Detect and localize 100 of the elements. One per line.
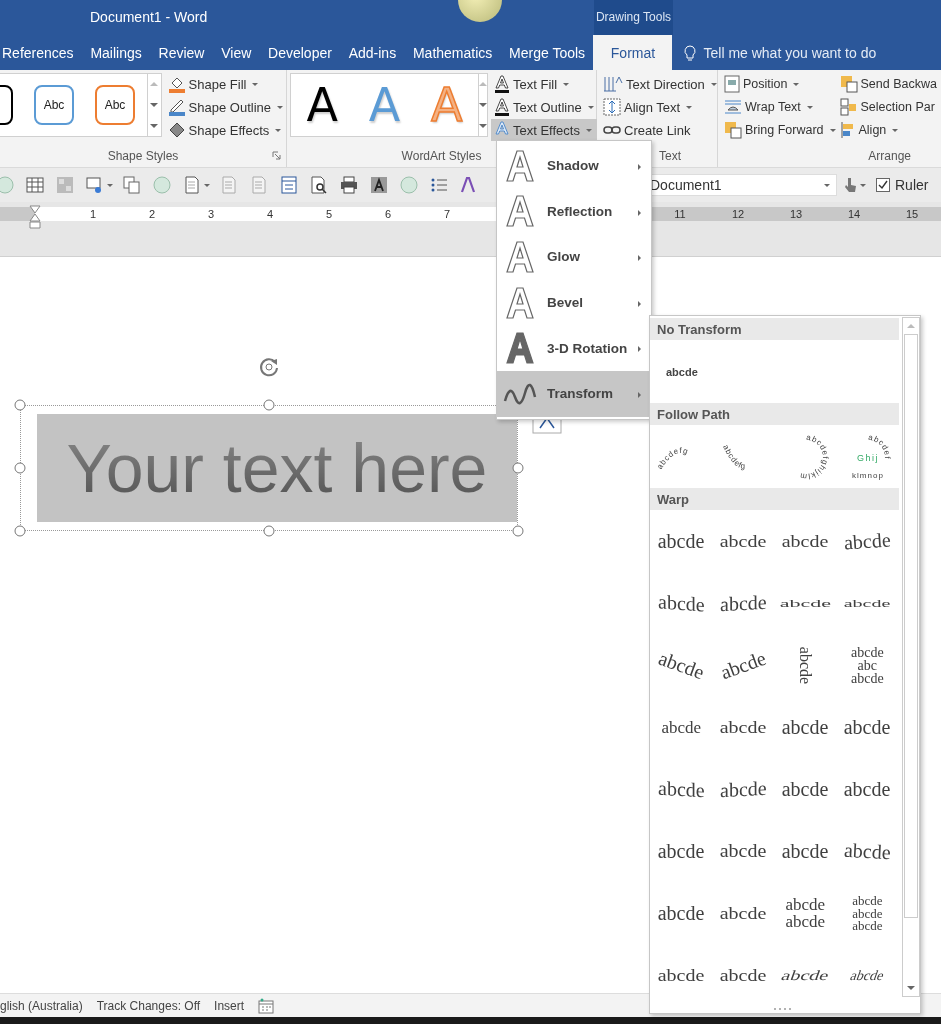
transform-option[interactable]: abcde	[774, 944, 836, 1006]
transform-option[interactable]: abcde	[774, 510, 836, 572]
preview-icon[interactable]	[310, 176, 328, 194]
transform-option[interactable]: abcde	[712, 696, 774, 758]
ribbon-tab[interactable]: Mailings	[82, 35, 151, 70]
transform-option[interactable]: abcde	[836, 944, 898, 1006]
letter-icon	[503, 194, 537, 229]
ribbon-tab[interactable]: References	[0, 35, 82, 70]
ribbon-command[interactable]: Align	[837, 119, 939, 141]
ruler-number: 15	[906, 208, 918, 220]
transform-option[interactable]: abcde abc abcde	[836, 634, 898, 696]
ribbon-command[interactable]: Send Backwa	[837, 73, 939, 95]
resize-handle[interactable]	[14, 525, 26, 537]
menu-item[interactable]: Transform	[497, 370, 651, 417]
ribbon-tab[interactable]: Format	[593, 35, 673, 70]
transform-option[interactable]: abcde	[712, 820, 774, 882]
gallery-scroll[interactable]	[479, 73, 488, 137]
transform-option[interactable]: abcde	[774, 820, 836, 882]
resize-handle[interactable]	[512, 525, 524, 537]
transform-option[interactable]: abcde	[836, 510, 898, 572]
ribbon-tab[interactable]: View	[212, 35, 260, 70]
textbox-icon[interactable]	[370, 176, 388, 194]
ribbon-tab[interactable]: Developer	[259, 35, 341, 70]
printer-icon[interactable]	[340, 176, 358, 194]
ribbon-command[interactable]: Position	[722, 73, 838, 95]
ribbon-command[interactable]: Bring Forward	[722, 119, 838, 141]
wordart-style[interactable]: A	[306, 78, 338, 132]
ribbon-tab[interactable]: Add-ins	[340, 35, 405, 70]
transform-option[interactable]: abcde	[650, 820, 712, 882]
list-icon[interactable]	[430, 176, 448, 194]
shape-style-swatch[interactable]: Abc	[95, 85, 135, 125]
transform-option[interactable]: abcde abcde abcde	[836, 882, 898, 944]
group-label: WordArt Styles	[401, 149, 482, 163]
ribbon-command[interactable]: Text Outline	[491, 96, 597, 118]
transform-option[interactable]: abcde	[712, 944, 774, 1006]
circle-icon[interactable]	[153, 176, 171, 194]
shape-style-swatch[interactable]: Abc	[34, 85, 74, 125]
transform-option[interactable]: abcde	[712, 758, 774, 820]
doc-icon[interactable]	[183, 176, 201, 194]
transform-option[interactable]: abcde	[650, 758, 712, 820]
chart-icon[interactable]	[86, 176, 104, 194]
ribbon-command[interactable]: Wrap Text	[722, 96, 838, 118]
transform-option[interactable]: abcde	[650, 572, 712, 634]
letter-icon[interactable]	[460, 176, 476, 194]
resize-handle[interactable]	[263, 525, 275, 537]
ribbon-command[interactable]: Shape Fill	[164, 73, 286, 95]
resize-grip-icon[interactable]	[773, 1007, 793, 1011]
transform-option[interactable]: abcde	[666, 365, 698, 378]
transform-option[interactable]: abcde	[836, 758, 898, 820]
menu-item[interactable]: 3-D Rotation	[497, 325, 651, 371]
transform-option[interactable]: abcde	[650, 510, 712, 572]
transform-option[interactable]: abcde	[836, 696, 898, 758]
transform-option[interactable]: abcde	[774, 758, 836, 820]
dialog-launcher-icon[interactable]	[272, 151, 281, 160]
resize-handle[interactable]	[263, 399, 275, 411]
circle-icon[interactable]	[400, 176, 418, 194]
ribbon-command[interactable]: Shape Effects	[164, 119, 286, 141]
ribbon-command[interactable]: Create Link	[600, 119, 720, 141]
gallery-scroll[interactable]	[148, 73, 162, 137]
bring-forward-icon	[724, 121, 742, 139]
resize-handle[interactable]	[14, 462, 26, 474]
checkbox[interactable]	[876, 178, 890, 192]
transform-option[interactable]: abcde	[774, 634, 836, 696]
menu-item[interactable]: Glow	[497, 234, 651, 280]
ribbon-tab[interactable]: Merge Tools	[500, 35, 594, 70]
copy-icon[interactable]	[123, 176, 141, 194]
form-icon[interactable]	[280, 176, 298, 194]
tell-me-field[interactable]: Tell me what you want to do	[701, 43, 926, 62]
ribbon-tab[interactable]: Review	[150, 35, 213, 70]
resize-handle[interactable]	[512, 462, 524, 474]
touch-icon[interactable]	[843, 176, 857, 194]
wrap-text-icon	[724, 99, 742, 115]
transform-option[interactable]: abcde	[774, 572, 836, 634]
ribbon-command[interactable]: Selection Par	[837, 96, 939, 118]
transform-option[interactable]: abcde	[650, 944, 712, 1006]
calendar-icon[interactable]	[258, 997, 275, 1014]
transform-option[interactable]: abcde	[712, 634, 774, 696]
ruler-number: 13	[790, 208, 802, 220]
resize-handle[interactable]	[14, 399, 26, 411]
transform-option[interactable]: abcde	[836, 820, 898, 882]
status-item: Track Changes: Off	[96, 998, 201, 1013]
ribbon-tab[interactable]: Mathematics	[404, 35, 501, 70]
transform-option[interactable]: abcde	[712, 572, 774, 634]
indent-marker-icon[interactable]	[29, 205, 41, 229]
transform-option[interactable]: abcde	[650, 882, 712, 944]
transform-option[interactable]: abcde	[774, 696, 836, 758]
ribbon-command[interactable]: Text Fill	[491, 73, 597, 95]
transform-option[interactable]: abcde abcde	[774, 882, 836, 944]
transform-option[interactable]: abcde	[712, 882, 774, 944]
ribbon-command[interactable]: Align Text	[600, 96, 720, 118]
transform-option[interactable]: abcde	[650, 634, 712, 696]
table-icon[interactable]	[26, 176, 44, 194]
ribbon-command[interactable]: Text Effects	[491, 119, 597, 141]
ribbon-command[interactable]: Text Direction	[600, 73, 720, 95]
transform-option[interactable]: abcde	[650, 696, 712, 758]
transform-option[interactable]: abcde	[836, 572, 898, 634]
menu-item[interactable]: Bevel	[497, 279, 651, 326]
transform-option[interactable]: abcde	[712, 510, 774, 572]
section-heading: No Transform	[657, 321, 742, 337]
ribbon-command[interactable]: Shape Outline	[164, 96, 286, 118]
